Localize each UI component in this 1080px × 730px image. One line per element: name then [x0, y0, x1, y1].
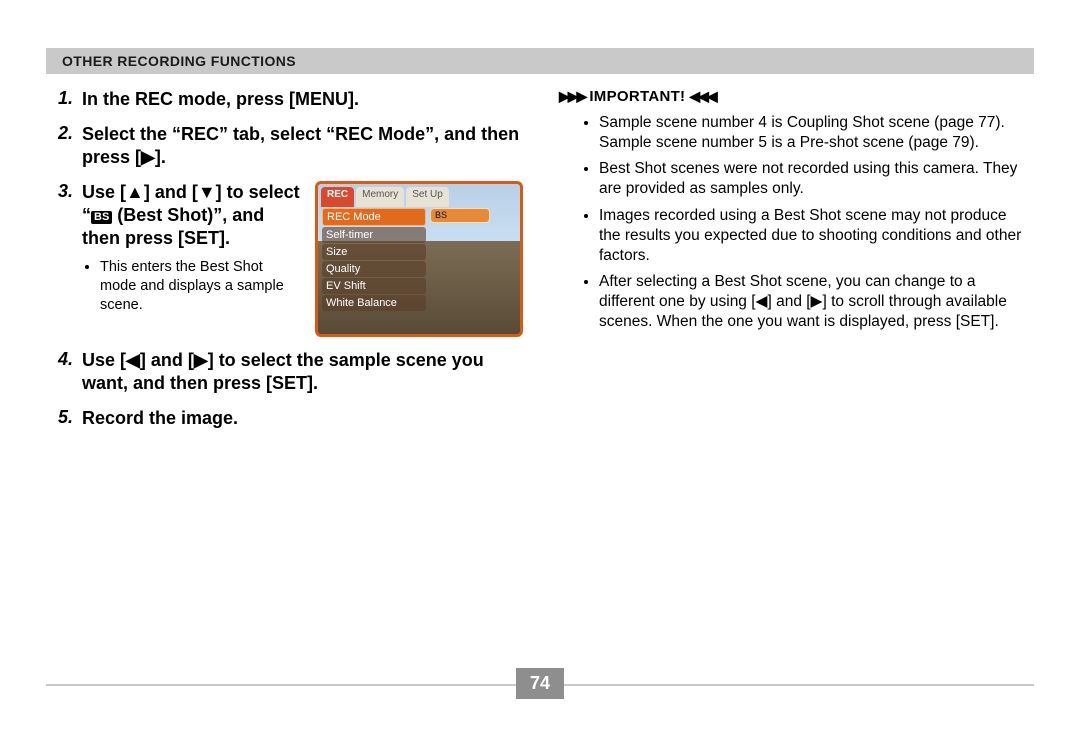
- section-header-title: Other Recording Functions: [62, 53, 296, 69]
- step-note: This enters the Best Shot mode and displ…: [100, 258, 303, 315]
- step-title: Use [▲] and [▼] to select “BS (Best Shot…: [82, 181, 303, 250]
- camera-menu-item: Quality: [322, 261, 426, 277]
- content-area: 1. In the REC mode, press [MENU]. 2. Sel…: [58, 88, 1022, 670]
- step-title: In the REC mode, press [MENU].: [82, 88, 523, 111]
- camera-value: BS: [430, 208, 490, 223]
- step-1: 1. In the REC mode, press [MENU].: [58, 88, 523, 111]
- important-item: After selecting a Best Shot scene, you c…: [599, 272, 1022, 332]
- camera-tab-setup: Set Up: [406, 187, 449, 207]
- step-3: 3. Use [▲] and [▼] to select “BS (Best S…: [58, 181, 523, 337]
- step-5: 5. Record the image.: [58, 407, 523, 430]
- right-column: ▶▶▶ IMPORTANT! ◀◀◀ Sample scene number 4…: [557, 88, 1022, 670]
- important-list: Sample scene number 4 is Coupling Shot s…: [557, 113, 1022, 332]
- important-header: ▶▶▶ IMPORTANT! ◀◀◀: [559, 88, 1022, 105]
- important-item: Best Shot scenes were not recorded using…: [599, 159, 1022, 199]
- camera-menu-item: EV Shift: [322, 278, 426, 294]
- page-number: 74: [516, 668, 564, 699]
- important-label: IMPORTANT!: [589, 88, 685, 105]
- step-number: 5.: [58, 407, 82, 430]
- important-item: Images recorded using a Best Shot scene …: [599, 206, 1022, 266]
- camera-lcd-illustration: REC Memory Set Up REC Mode Self-timer Si…: [315, 181, 523, 337]
- step-number: 2.: [58, 123, 82, 169]
- camera-menu-item: REC Mode: [322, 208, 426, 226]
- camera-tabs: REC Memory Set Up: [321, 187, 517, 207]
- step-title: Record the image.: [82, 407, 523, 430]
- section-header: Other Recording Functions: [46, 48, 1034, 74]
- camera-menu: REC Mode Self-timer Size Quality EV Shif…: [322, 208, 426, 311]
- camera-value-col: BS: [430, 208, 490, 223]
- step-number: 4.: [58, 349, 82, 395]
- step-title: Select the “REC” tab, select “REC Mode”,…: [82, 123, 523, 169]
- triangle-left-icon: ◀◀◀: [689, 88, 715, 105]
- left-column: 1. In the REC mode, press [MENU]. 2. Sel…: [58, 88, 523, 670]
- step-4: 4. Use [◀] and [▶] to select the sample …: [58, 349, 523, 395]
- camera-tab-rec: REC: [321, 187, 354, 207]
- step-number: 3.: [58, 181, 82, 337]
- bs-icon: BS: [91, 211, 112, 224]
- camera-menu-item: Size: [322, 244, 426, 260]
- page-footer: 74: [46, 670, 1034, 698]
- step-2: 2. Select the “REC” tab, select “REC Mod…: [58, 123, 523, 169]
- step-note-list: This enters the Best Shot mode and displ…: [82, 258, 303, 315]
- camera-menu-item: Self-timer: [322, 227, 426, 243]
- step-number: 1.: [58, 88, 82, 111]
- important-item: Sample scene number 4 is Coupling Shot s…: [599, 113, 1022, 153]
- step-title: Use [◀] and [▶] to select the sample sce…: [82, 349, 523, 395]
- camera-tab-memory: Memory: [356, 187, 404, 207]
- camera-menu-item: White Balance: [322, 295, 426, 311]
- triangle-right-icon: ▶▶▶: [559, 88, 585, 105]
